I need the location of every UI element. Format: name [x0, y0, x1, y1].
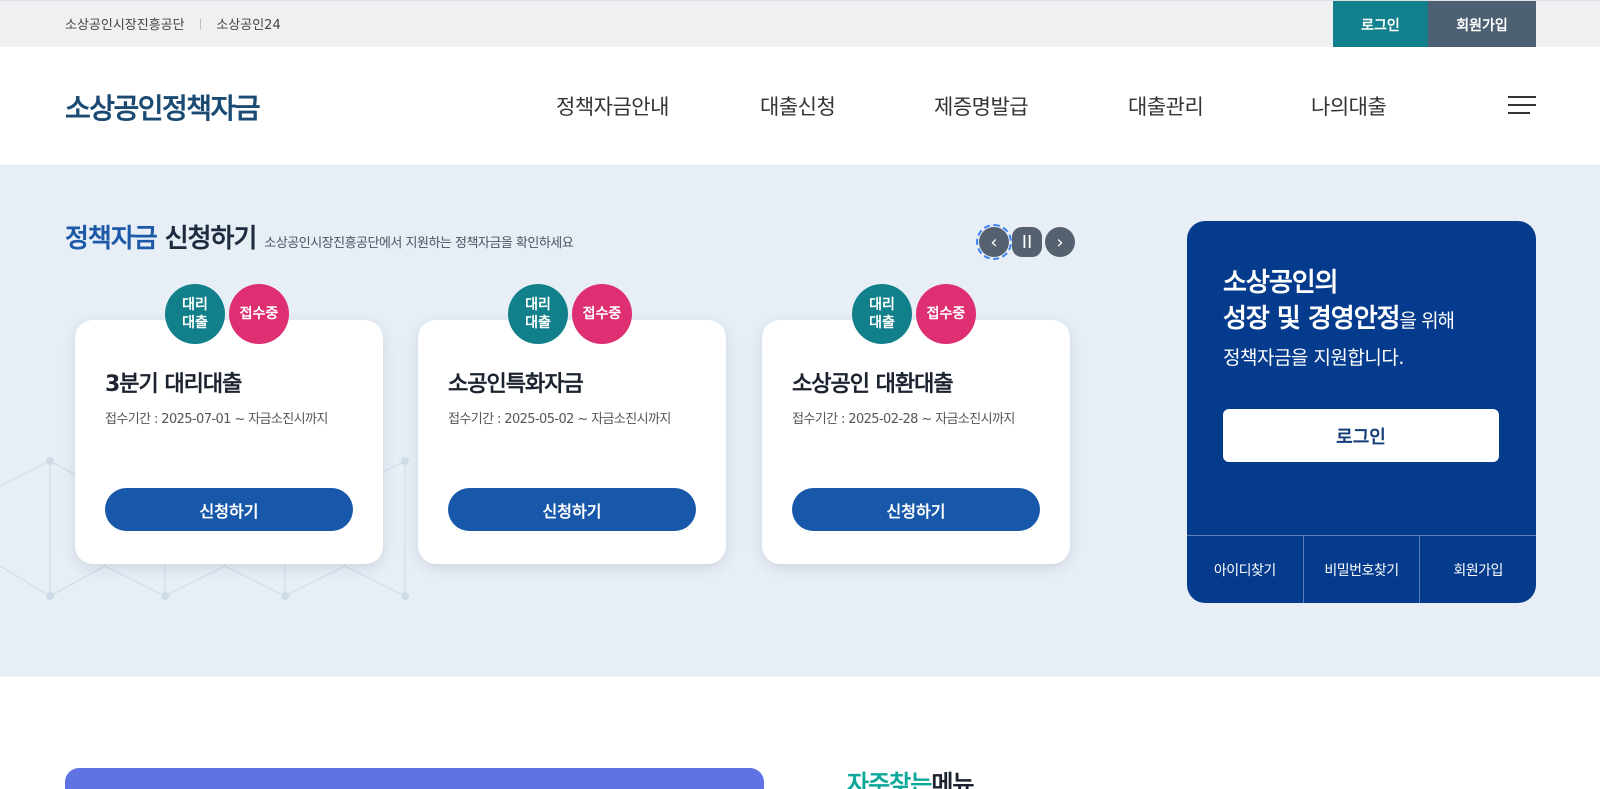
main-header: 소상공인정책자금 정책자금안내 대출신청 제증명발급 대출관리 나의대출	[0, 47, 1600, 166]
section-title-rest: 신청하기	[164, 224, 258, 254]
utility-link-sbiz[interactable]: 소상공인시장진흥공단	[65, 14, 185, 33]
frequent-menu-title: 자주찾는메뉴	[847, 770, 975, 789]
login-box: 소상공인의 성장 및 경영안정을 위해 정책자금을 지원합니다. 로그인 아이디…	[1187, 221, 1536, 603]
nav-loan-management[interactable]: 대출관리	[1128, 91, 1204, 121]
badge-status: 접수중	[572, 284, 632, 344]
site-logo[interactable]: 소상공인정책자금	[65, 87, 261, 127]
fund-card: 대리 대출 접수중 3분기 대리대출 접수기간 : 2025-07-01 ~ 자…	[75, 284, 383, 564]
apply-button[interactable]: 신청하기	[792, 488, 1040, 531]
section-title: 정책자금 신청하기 소상공인시장진흥공단에서 지원하는 정책자금을 확인하세요	[65, 218, 574, 255]
fund-card-period: 접수기간 : 2025-02-28 ~ 자금소진시까지	[792, 412, 1015, 427]
badge-proxy-loan: 대리 대출	[165, 284, 225, 344]
find-password-link[interactable]: 비밀번호찾기	[1302, 536, 1420, 603]
login-box-message: 소상공인의 성장 및 경영안정을 위해 정책자금을 지원합니다.	[1223, 265, 1455, 370]
slider-prev-icon[interactable]: ‹	[976, 224, 1012, 260]
fund-card-title: 소공인특화자금	[448, 372, 584, 397]
section-subtitle: 소상공인시장진흥공단에서 지원하는 정책자금을 확인하세요	[264, 236, 574, 251]
hamburger-menu-icon[interactable]	[1508, 96, 1536, 118]
hero-section: 정책자금 신청하기 소상공인시장진흥공단에서 지원하는 정책자금을 확인하세요 …	[0, 166, 1600, 677]
utility-separator: |	[198, 17, 203, 30]
section-title-highlight: 정책자금	[65, 224, 158, 254]
utility-link-sbiz24[interactable]: 소상공인24	[216, 14, 280, 33]
utility-links: 소상공인시장진흥공단 | 소상공인24	[65, 14, 281, 33]
login-box-line3: 정책자금을 지원합니다.	[1223, 347, 1404, 369]
nav-certificate-issue[interactable]: 제증명발급	[934, 91, 1029, 121]
apply-button[interactable]: 신청하기	[448, 488, 696, 531]
fund-card-title: 3분기 대리대출	[105, 372, 242, 397]
apply-button[interactable]: 신청하기	[105, 488, 353, 531]
badge-proxy-loan: 대리 대출	[852, 284, 912, 344]
top-login-button[interactable]: 로그인	[1333, 1, 1428, 48]
fund-card: 대리 대출 접수중 소공인특화자금 접수기간 : 2025-05-02 ~ 자금…	[418, 284, 726, 564]
login-box-line1: 소상공인의	[1223, 268, 1339, 298]
login-box-line2: 성장 및 경영안정을 위해	[1223, 304, 1455, 334]
fund-card-title: 소상공인 대환대출	[792, 372, 954, 397]
promo-banner[interactable]	[65, 768, 764, 789]
fund-card: 대리 대출 접수중 소상공인 대환대출 접수기간 : 2025-02-28 ~ …	[762, 284, 1070, 564]
top-join-button[interactable]: 회원가입	[1428, 1, 1536, 48]
slider-next-icon[interactable]: ›	[1045, 227, 1075, 257]
badge-status: 접수중	[229, 284, 289, 344]
nav-my-loan[interactable]: 나의대출	[1311, 91, 1387, 121]
badge-proxy-loan: 대리 대출	[508, 284, 568, 344]
join-link[interactable]: 회원가입	[1419, 536, 1536, 603]
badge-status: 접수중	[916, 284, 976, 344]
find-id-link[interactable]: 아이디찾기	[1187, 536, 1303, 603]
slider-pause-icon[interactable]: II	[1012, 227, 1042, 257]
nav-loan-application[interactable]: 대출신청	[760, 91, 836, 121]
utility-bar: 소상공인시장진흥공단 | 소상공인24 로그인 회원가입	[0, 0, 1600, 48]
nav-policy-fund-guide[interactable]: 정책자금안내	[556, 91, 669, 121]
login-box-links: 아이디찾기 비밀번호찾기 회원가입	[1187, 535, 1536, 603]
fund-card-period: 접수기간 : 2025-05-02 ~ 자금소진시까지	[448, 412, 671, 427]
fund-card-period: 접수기간 : 2025-07-01 ~ 자금소진시까지	[105, 412, 328, 427]
login-button[interactable]: 로그인	[1223, 409, 1499, 462]
